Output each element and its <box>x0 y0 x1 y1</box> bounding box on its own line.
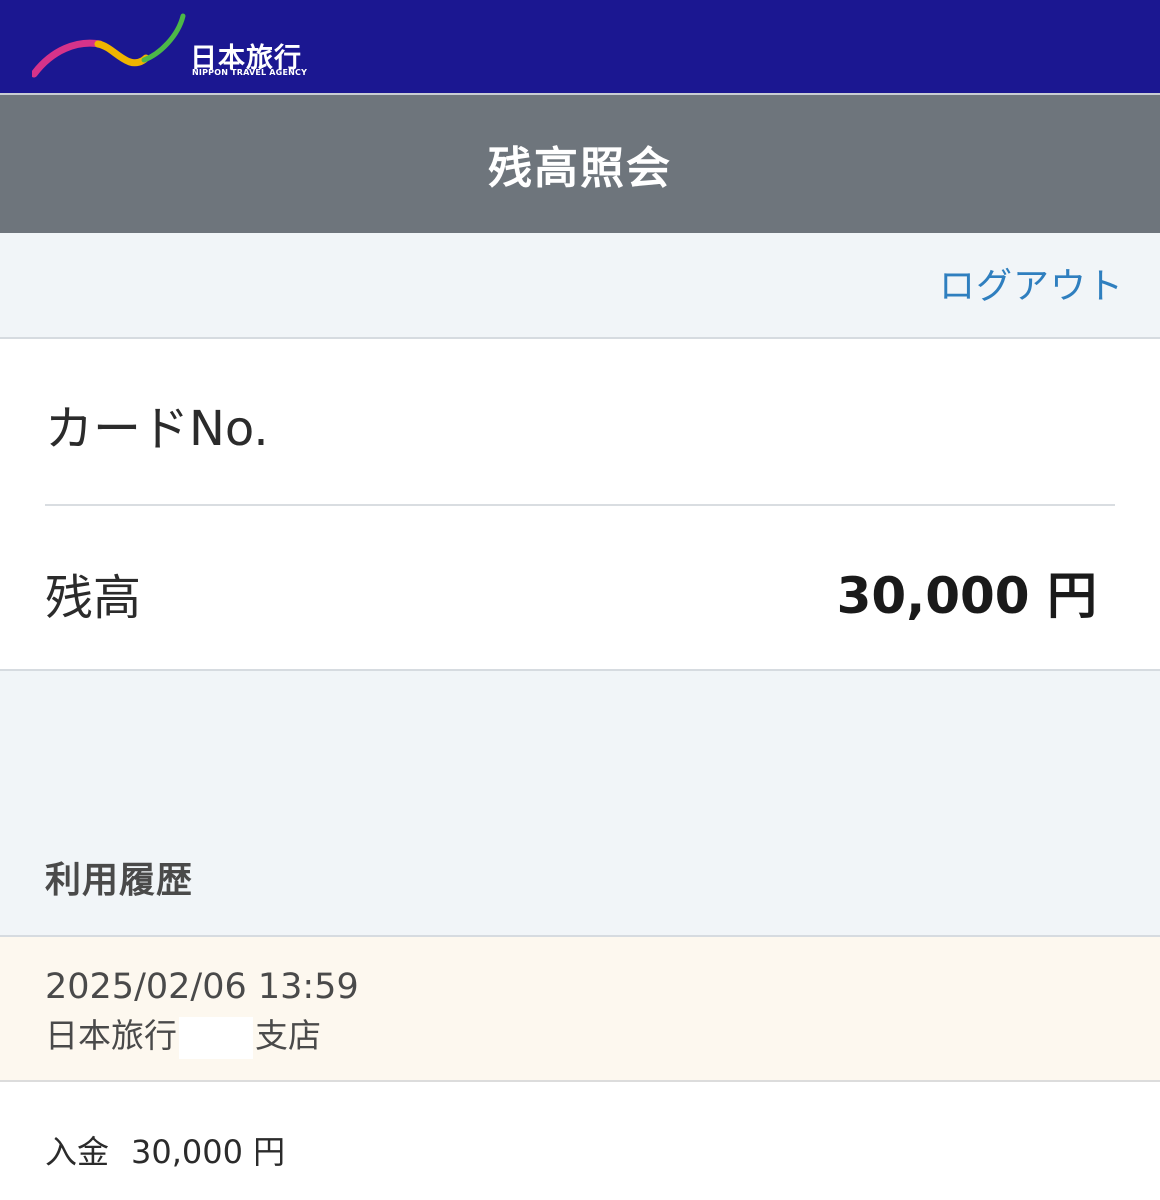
history-datetime: 2025/02/06 13:59 <box>45 967 359 1007</box>
page-title: 残高照会 <box>488 143 672 194</box>
card-number-row: カードNo. <box>45 339 1115 506</box>
logo-swoosh-icon <box>32 13 186 78</box>
logout-link[interactable]: ログアウト <box>939 257 1124 309</box>
logout-row: ログアウト <box>0 233 1160 339</box>
brand-header: 日本旅行 NIPPON TRAVEL AGENCY <box>0 0 1160 95</box>
card-number-label: カードNo. <box>45 401 269 457</box>
balance-label: 残高 <box>45 570 142 626</box>
balance-amount: 30,000 円 <box>836 567 1097 625</box>
redacted-branch-name <box>179 1016 253 1059</box>
nippon-travel-logo: 日本旅行 NIPPON TRAVEL AGENCY <box>32 10 322 82</box>
balance-row: 残高 30,000 円 <box>45 506 1115 669</box>
history-store: 日本旅行 支店 <box>45 1009 321 1059</box>
history-transaction-detail: 入金 30,000 円 <box>45 1127 285 1173</box>
title-bar: 残高照会 <box>0 95 1160 233</box>
transaction-type: 入金 <box>45 1133 110 1171</box>
history-section-header: 利用履歴 <box>0 671 1160 937</box>
history-store-prefix: 日本旅行 <box>45 1016 177 1055</box>
logo-text-en: NIPPON TRAVEL AGENCY <box>192 68 308 77</box>
card-info-panel: カードNo. 残高 30,000 円 <box>0 339 1160 671</box>
history-item: 2025/02/06 13:59 日本旅行 支店 <box>0 937 1160 1082</box>
balance-inquiry-page: 日本旅行 NIPPON TRAVEL AGENCY 残高照会 ログアウト カード… <box>0 0 1160 1200</box>
history-title: 利用履歴 <box>45 860 194 901</box>
transaction-amount: 30,000 円 <box>131 1133 286 1171</box>
history-store-suffix: 支店 <box>255 1016 321 1055</box>
